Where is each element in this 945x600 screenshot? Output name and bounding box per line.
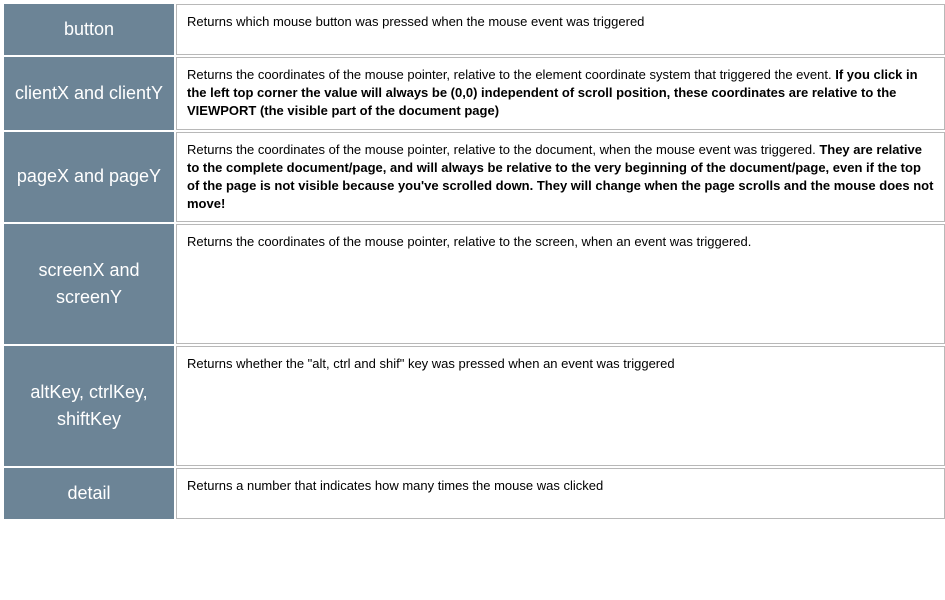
table-row: pageX and pageY Returns the coordinates … <box>4 132 945 223</box>
desc-text: Returns a number that indicates how many… <box>187 478 603 493</box>
desc-text: Returns the coordinates of the mouse poi… <box>187 67 835 82</box>
property-desc-cell: Returns the coordinates of the mouse poi… <box>176 132 945 223</box>
property-desc-cell: Returns which mouse button was pressed w… <box>176 4 945 55</box>
property-desc-cell: Returns the coordinates of the mouse poi… <box>176 224 945 344</box>
property-name-cell: screenX and screenY <box>4 224 174 344</box>
property-desc-cell: Returns whether the "alt, ctrl and shif"… <box>176 346 945 466</box>
desc-text: Returns which mouse button was pressed w… <box>187 14 644 29</box>
table-row: altKey, ctrlKey, shiftKey Returns whethe… <box>4 346 945 466</box>
desc-text: Returns the coordinates of the mouse poi… <box>187 234 751 249</box>
property-desc-cell: Returns the coordinates of the mouse poi… <box>176 57 945 130</box>
table-row: clientX and clientY Returns the coordina… <box>4 57 945 130</box>
desc-text: Returns whether the "alt, ctrl and shif"… <box>187 356 675 371</box>
properties-table: button Returns which mouse button was pr… <box>2 2 945 521</box>
property-desc-cell: Returns a number that indicates how many… <box>176 468 945 519</box>
desc-text: Returns the coordinates of the mouse poi… <box>187 142 819 157</box>
property-name-cell: altKey, ctrlKey, shiftKey <box>4 346 174 466</box>
property-name-cell: button <box>4 4 174 55</box>
property-name-cell: clientX and clientY <box>4 57 174 130</box>
table-row: button Returns which mouse button was pr… <box>4 4 945 55</box>
property-name-cell: pageX and pageY <box>4 132 174 223</box>
property-name-cell: detail <box>4 468 174 519</box>
table-row: screenX and screenY Returns the coordina… <box>4 224 945 344</box>
table-row: detail Returns a number that indicates h… <box>4 468 945 519</box>
